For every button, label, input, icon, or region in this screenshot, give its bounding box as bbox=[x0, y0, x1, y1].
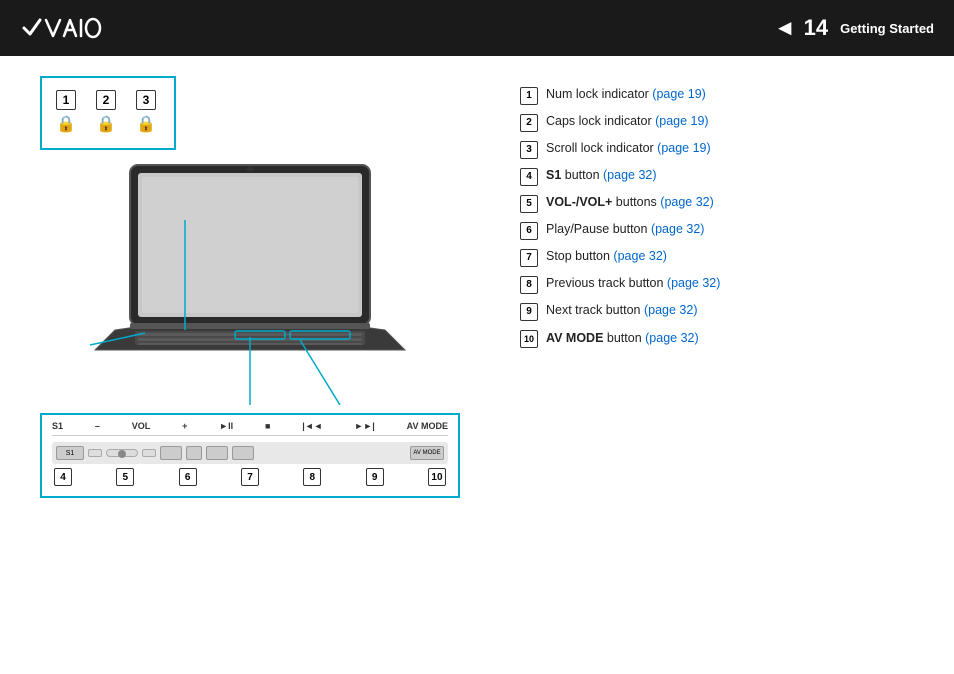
play-pause-button[interactable] bbox=[160, 446, 182, 460]
feature-item-7: 7 Stop button (page 32) bbox=[520, 248, 924, 267]
feature-item-3: 3 Scroll lock indicator (page 19) bbox=[520, 140, 924, 159]
indicator-icon-1: 🔒 bbox=[56, 114, 76, 134]
prev-track-button[interactable] bbox=[206, 446, 228, 460]
indicator-3: 3 🔒 bbox=[136, 90, 156, 134]
indicator-1: 1 🔒 bbox=[56, 90, 76, 134]
s1-button[interactable]: S1 bbox=[56, 446, 84, 460]
laptop-illustration bbox=[30, 155, 470, 405]
panel-num-5: 5 bbox=[116, 468, 134, 486]
feature-item-4: 4 S1 button (page 32) bbox=[520, 167, 924, 186]
feature-num-box-3: 3 bbox=[520, 141, 538, 159]
header: ◄ 14 Getting Started bbox=[0, 0, 954, 56]
vol-plus-button[interactable] bbox=[142, 449, 156, 457]
left-diagram: 1 🔒 2 🔒 3 🔒 bbox=[30, 76, 490, 654]
page-number: 14 bbox=[804, 15, 828, 41]
feature-num-box-10: 10 bbox=[520, 330, 538, 348]
feature-bold-4: S1 bbox=[546, 168, 561, 182]
feature-link-4[interactable]: (page 32) bbox=[603, 168, 657, 182]
panel-label-next: ►►| bbox=[354, 421, 374, 431]
panel-label-avmode: AV MODE bbox=[407, 421, 448, 431]
panel-num-9: 9 bbox=[366, 468, 384, 486]
feature-link-5[interactable]: (page 32) bbox=[660, 195, 714, 209]
feature-link-2[interactable]: (page 19) bbox=[655, 114, 709, 128]
header-right: ◄ 14 Getting Started bbox=[774, 15, 934, 41]
feature-num-box-5: 5 bbox=[520, 195, 538, 213]
feature-link-10[interactable]: (page 32) bbox=[645, 331, 699, 345]
feature-text-2: Caps lock indicator (page 19) bbox=[546, 113, 709, 131]
feature-text-3: Scroll lock indicator (page 19) bbox=[546, 140, 711, 158]
laptop-svg bbox=[30, 155, 470, 405]
av-mode-button[interactable]: AV MODE bbox=[410, 446, 444, 460]
bottom-panel: S1 – VOL + ►II ■ |◄◄ ►►| AV MODE S1 bbox=[40, 413, 460, 498]
feature-num-box-6: 6 bbox=[520, 222, 538, 240]
panel-num-6: 6 bbox=[179, 468, 197, 486]
panel-label-s1: S1 bbox=[52, 421, 63, 431]
panel-numbers-row: 4 5 6 7 8 9 10 bbox=[52, 468, 448, 486]
panel-top-bar: S1 – VOL + ►II ■ |◄◄ ►►| AV MODE bbox=[52, 421, 448, 436]
feature-text-8: Previous track button (page 32) bbox=[546, 275, 720, 293]
indicators-box: 1 🔒 2 🔒 3 🔒 bbox=[40, 76, 176, 150]
section-title-header: Getting Started bbox=[840, 21, 934, 36]
feature-text-9: Next track button (page 32) bbox=[546, 302, 697, 320]
feature-bold-5: VOL-/VOL+ bbox=[546, 195, 612, 209]
indicator-num-1: 1 bbox=[56, 90, 76, 110]
panel-label-plus: + bbox=[182, 421, 187, 431]
feature-list: 1 Num lock indicator (page 19) 2 Caps lo… bbox=[520, 76, 924, 654]
panel-label-prev: |◄◄ bbox=[302, 421, 322, 431]
panel-label-stop: ■ bbox=[265, 421, 270, 431]
feature-item-10: 10 AV MODE button (page 32) bbox=[520, 329, 924, 348]
panel-label-vol: VOL bbox=[132, 421, 151, 431]
feature-item-8: 8 Previous track button (page 32) bbox=[520, 275, 924, 294]
vaio-logo-svg bbox=[20, 10, 110, 46]
feature-item-5: 5 VOL-/VOL+ buttons (page 32) bbox=[520, 194, 924, 213]
feature-num-box-4: 4 bbox=[520, 168, 538, 186]
feature-text-6: Play/Pause button (page 32) bbox=[546, 221, 704, 239]
panel-num-10: 10 bbox=[428, 468, 446, 486]
feature-link-7[interactable]: (page 32) bbox=[613, 249, 667, 263]
feature-text-4: S1 button (page 32) bbox=[546, 167, 657, 185]
feature-item-1: 1 Num lock indicator (page 19) bbox=[520, 86, 924, 105]
feature-link-9[interactable]: (page 32) bbox=[644, 303, 698, 317]
feature-num-box-9: 9 bbox=[520, 303, 538, 321]
arrow-icon: ◄ bbox=[774, 15, 796, 41]
feature-num-box-1: 1 bbox=[520, 87, 538, 105]
feature-num-box-8: 8 bbox=[520, 276, 538, 294]
panel-num-4: 4 bbox=[54, 468, 72, 486]
feature-link-1[interactable]: (page 19) bbox=[652, 87, 706, 101]
vol-minus-button[interactable] bbox=[88, 449, 102, 457]
panel-num-7: 7 bbox=[241, 468, 259, 486]
indicator-icon-3: 🔒 bbox=[136, 114, 156, 134]
feature-item-2: 2 Caps lock indicator (page 19) bbox=[520, 113, 924, 132]
indicator-icon-2: 🔒 bbox=[96, 114, 116, 134]
vol-slider[interactable] bbox=[106, 449, 138, 457]
feature-bold-10: AV MODE bbox=[546, 331, 603, 345]
next-track-button[interactable] bbox=[232, 446, 254, 460]
indicator-2: 2 🔒 bbox=[96, 90, 116, 134]
feature-text-10: AV MODE button (page 32) bbox=[546, 330, 699, 348]
indicator-num-2: 2 bbox=[96, 90, 116, 110]
feature-link-3[interactable]: (page 19) bbox=[657, 141, 711, 155]
feature-num-box-7: 7 bbox=[520, 249, 538, 267]
panel-label-minus: – bbox=[95, 421, 100, 431]
panel-label-play: ►II bbox=[219, 421, 233, 431]
feature-item-9: 9 Next track button (page 32) bbox=[520, 302, 924, 321]
logo-area bbox=[20, 10, 110, 46]
feature-text-5: VOL-/VOL+ buttons (page 32) bbox=[546, 194, 714, 212]
main-content: 1 🔒 2 🔒 3 🔒 bbox=[0, 56, 954, 674]
panel-num-8: 8 bbox=[303, 468, 321, 486]
feature-item-6: 6 Play/Pause button (page 32) bbox=[520, 221, 924, 240]
stop-button[interactable] bbox=[186, 446, 202, 460]
feature-link-6[interactable]: (page 32) bbox=[651, 222, 705, 236]
feature-num-box-2: 2 bbox=[520, 114, 538, 132]
indicator-num-3: 3 bbox=[136, 90, 156, 110]
feature-text-1: Num lock indicator (page 19) bbox=[546, 86, 706, 104]
feature-link-8[interactable]: (page 32) bbox=[667, 276, 721, 290]
feature-text-7: Stop button (page 32) bbox=[546, 248, 667, 266]
